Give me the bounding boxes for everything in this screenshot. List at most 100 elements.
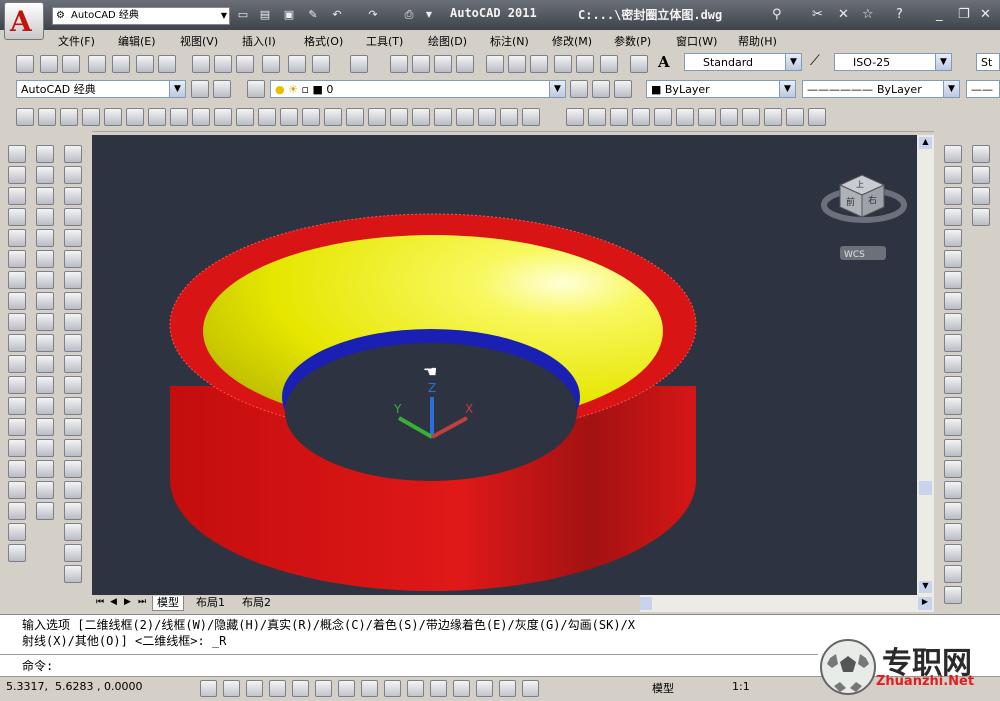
restore-icon[interactable]: ❐ [958, 8, 970, 22]
toolbar-copy-icon[interactable] [214, 55, 232, 73]
modeling-tool-34-icon[interactable] [764, 108, 782, 126]
dimension-tool-22-icon[interactable] [944, 586, 962, 604]
modeling-tool-36-icon[interactable] [808, 108, 826, 126]
scroll-right-icon[interactable]: ▶ [918, 597, 932, 610]
draw-tool-10-icon[interactable] [8, 334, 26, 352]
toolbar-design-center-icon[interactable] [508, 55, 526, 73]
draw-tool-7-icon[interactable] [8, 271, 26, 289]
new-file-icon[interactable]: ▭ [236, 8, 250, 22]
dimension-tool-17-icon[interactable] [944, 481, 962, 499]
toolbar-redo-icon[interactable] [350, 55, 368, 73]
dimension-tool-14-icon[interactable] [944, 418, 962, 436]
modeling-tool-6-icon[interactable] [126, 108, 144, 126]
modeling-tool-7-icon[interactable] [148, 108, 166, 126]
draw-tool-20-icon[interactable] [8, 544, 26, 562]
layer-state-icon[interactable] [614, 80, 632, 98]
dimension-tool-5-icon[interactable] [944, 229, 962, 247]
tab-nav-prev-icon[interactable]: ◀ [110, 597, 117, 607]
dimension-tool-4-icon[interactable] [944, 208, 962, 226]
modify-tool-8-icon[interactable] [64, 292, 82, 310]
status-toggle-2-icon[interactable] [223, 680, 240, 697]
dimension-tool-13-icon[interactable] [944, 397, 962, 415]
draw-tool-12-icon[interactable] [8, 376, 26, 394]
modeling-tool-16-icon[interactable] [346, 108, 364, 126]
modeling-tool-14-icon[interactable] [302, 108, 320, 126]
solid-tool-3-icon[interactable] [36, 187, 54, 205]
draw-tool-9-icon[interactable] [8, 313, 26, 331]
layer-previous-icon[interactable] [592, 80, 610, 98]
save-icon[interactable]: ▣ [282, 8, 296, 22]
toolbar-zoom-realtime-icon[interactable] [412, 55, 430, 73]
status-toggle-14-icon[interactable] [499, 680, 516, 697]
draw-tool-6-icon[interactable] [8, 250, 26, 268]
draw-tool-1-icon[interactable] [8, 145, 26, 163]
modeling-tool-28-icon[interactable] [632, 108, 650, 126]
toolbar-plot-icon[interactable] [88, 55, 106, 73]
toolbar-zoom-window-icon[interactable] [434, 55, 452, 73]
modeling-tool-2-icon[interactable] [38, 108, 56, 126]
dimension-tool-20-icon[interactable] [944, 544, 962, 562]
toolbar-qnew-icon[interactable] [16, 55, 34, 73]
draw-tool-5-icon[interactable] [8, 229, 26, 247]
toolbar-quickcalc-icon[interactable] [600, 55, 618, 73]
solid-tool-2-icon[interactable] [36, 166, 54, 184]
dimension-tool-10-icon[interactable] [944, 334, 962, 352]
dim-style-select[interactable]: ISO-25 ▼ [834, 53, 952, 71]
modify-tool-15-icon[interactable] [64, 439, 82, 457]
toolbar-paste-icon[interactable] [236, 55, 254, 73]
modeling-tool-30-icon[interactable] [676, 108, 694, 126]
modify-tool-19-icon[interactable] [64, 523, 82, 541]
viewcube[interactable]: 上 前 右 WCS [821, 174, 907, 260]
solid-tool-18-icon[interactable] [36, 502, 54, 520]
modify-tool-6-icon[interactable] [64, 250, 82, 268]
modeling-tool-20-icon[interactable] [434, 108, 452, 126]
lineweight-select[interactable]: —— [966, 80, 1000, 98]
toolbar-match-properties-icon[interactable] [262, 55, 280, 73]
dimension-style-icon[interactable]: ⟋ [810, 53, 830, 73]
draw-tool-14-icon[interactable] [8, 418, 26, 436]
modeling-tool-13-icon[interactable] [280, 108, 298, 126]
dimension-tool-2-icon[interactable] [944, 166, 962, 184]
modify-tool-3-icon[interactable] [64, 187, 82, 205]
annotation-scale[interactable]: 1:1 [732, 680, 750, 693]
status-toggle-11-icon[interactable] [430, 680, 447, 697]
modeling-tool-21-icon[interactable] [456, 108, 474, 126]
plot-icon[interactable]: ⎙ [402, 8, 416, 22]
modeling-tool-23-icon[interactable] [500, 108, 518, 126]
modify-tool-20-icon[interactable] [64, 544, 82, 562]
draw-tool-16-icon[interactable] [8, 460, 26, 478]
solid-tool-14-icon[interactable] [36, 418, 54, 436]
modeling-tool-17-icon[interactable] [368, 108, 386, 126]
help-icon[interactable]: ? [896, 8, 903, 22]
modeling-tool-25-icon[interactable] [566, 108, 584, 126]
draw-tool-18-icon[interactable] [8, 502, 26, 520]
solid-tool-17-icon[interactable] [36, 481, 54, 499]
dimension-tool-11-icon[interactable] [944, 355, 962, 373]
dimension-tool-6-icon[interactable] [944, 250, 962, 268]
status-toggle-12-icon[interactable] [453, 680, 470, 697]
solid-tool-6-icon[interactable] [36, 250, 54, 268]
tab-layout1[interactable]: 布局1 [192, 596, 229, 610]
status-toggle-10-icon[interactable] [407, 680, 424, 697]
vertical-scrollbar[interactable]: ▲ ▼ [917, 135, 934, 595]
menu-view[interactable]: 视图(V) [180, 33, 218, 49]
modify-tool-16-icon[interactable] [64, 460, 82, 478]
text-style-select[interactable]: Standard ▼ [684, 53, 802, 71]
draw-tool-2-icon[interactable] [8, 166, 26, 184]
dimension-tool-8-icon[interactable] [944, 292, 962, 310]
status-toggle-6-icon[interactable] [315, 680, 332, 697]
modeling-tool-1-icon[interactable] [16, 108, 34, 126]
solid-tool-16-icon[interactable] [36, 460, 54, 478]
modeling-tool-9-icon[interactable] [192, 108, 210, 126]
modeling-tool-24-icon[interactable] [522, 108, 540, 126]
dimension-tool-7-icon[interactable] [944, 271, 962, 289]
drawing-viewport[interactable]: Z Y X ☚ 上 前 右 WCS [92, 135, 917, 595]
toolbar-3d-dwf-icon[interactable] [158, 55, 176, 73]
modeling-tool-27-icon[interactable] [610, 108, 628, 126]
key-icon[interactable]: ✂ [812, 8, 823, 22]
toolbar-undo-icon[interactable] [312, 55, 330, 73]
modeling-tool-5-icon[interactable] [104, 108, 122, 126]
undo-icon[interactable]: ↶ [330, 8, 344, 22]
vertical-scroll-thumb[interactable] [919, 481, 932, 495]
modeling-tool-12-icon[interactable] [258, 108, 276, 126]
